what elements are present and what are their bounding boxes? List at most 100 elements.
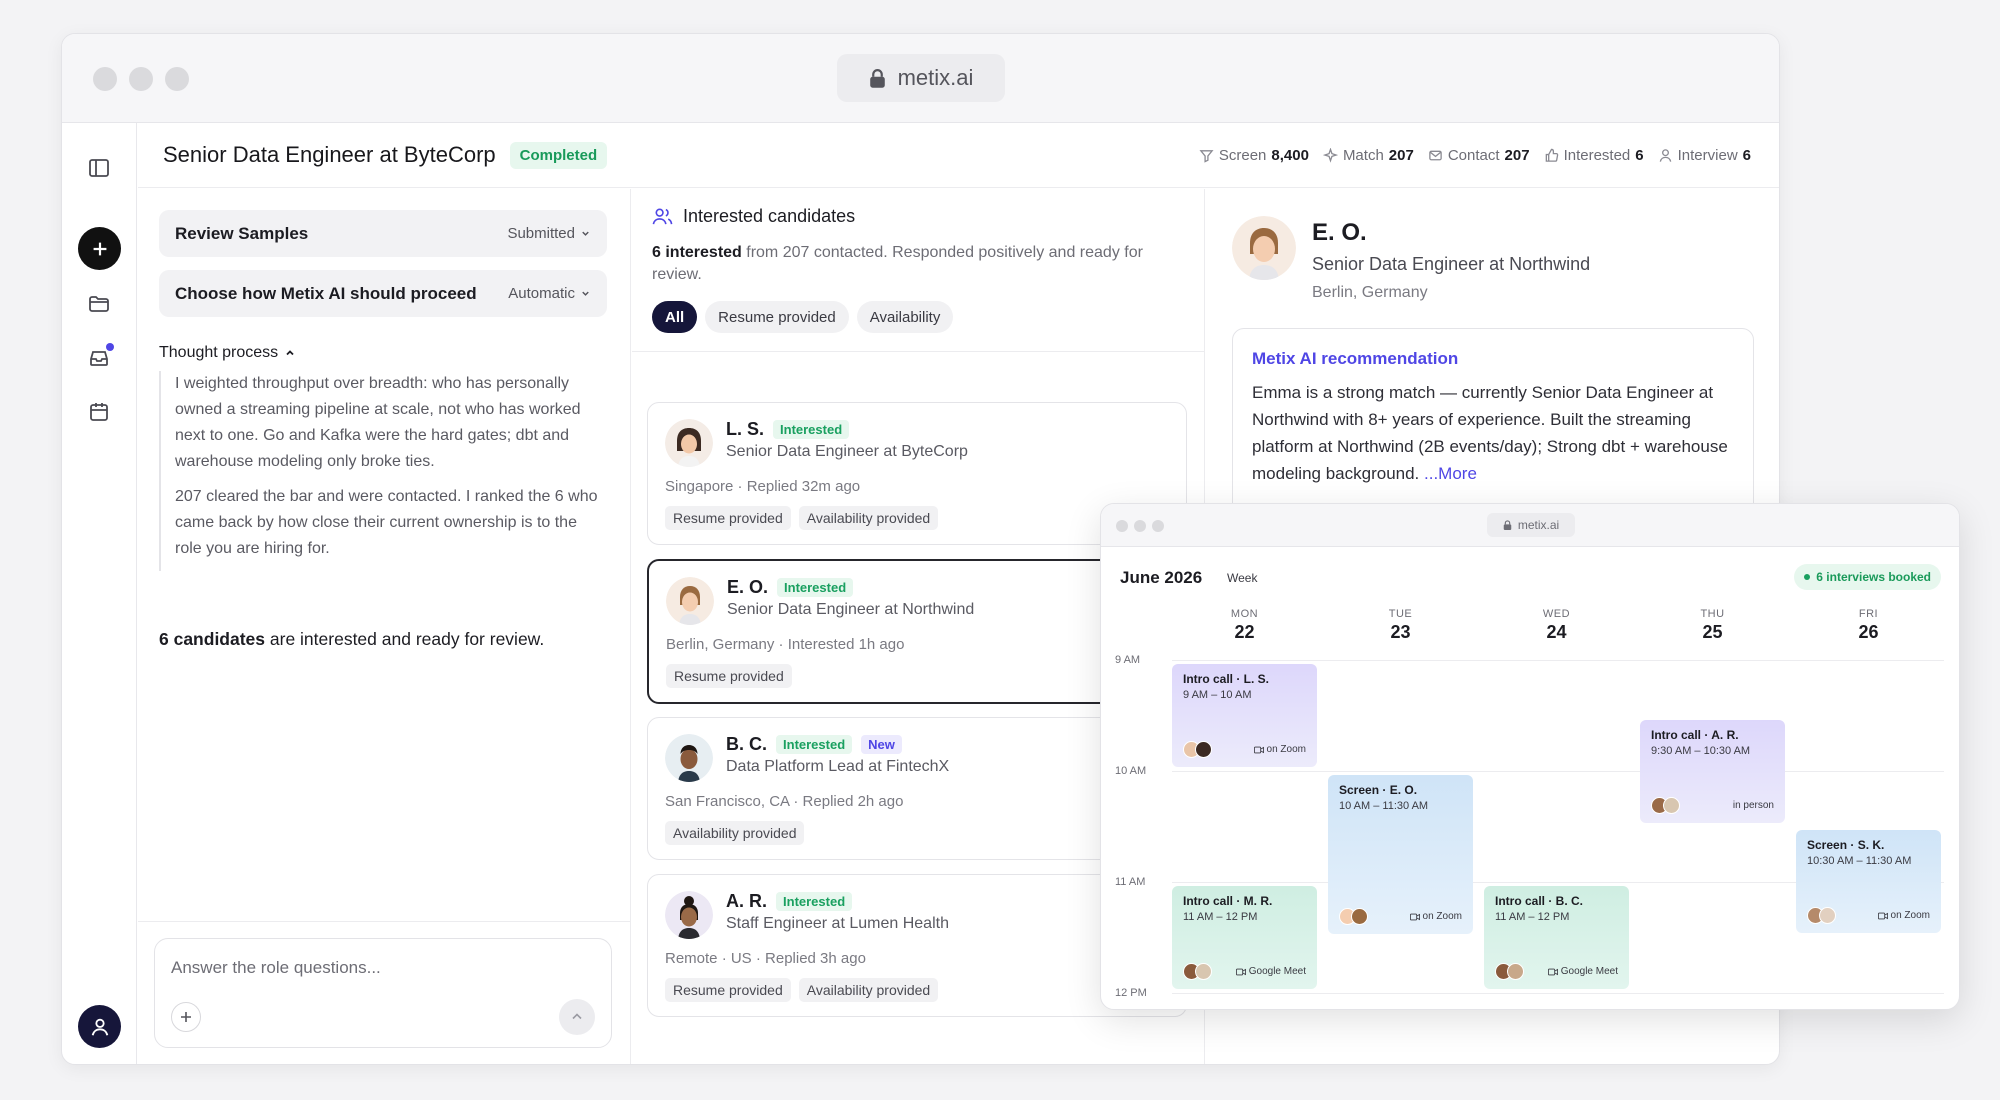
sidebar-toggle-icon[interactable] (86, 155, 112, 181)
video-icon (1253, 746, 1264, 753)
stat-interview: Interview 6 (1658, 147, 1751, 164)
stat-contact: Contact 207 (1428, 147, 1530, 164)
booked-badge: 6 interviews booked (1794, 564, 1941, 590)
calendar-event[interactable]: Intro call · L. S. 9 AM – 10 AM on Zoom (1172, 664, 1317, 767)
chip: Availability provided (798, 506, 939, 530)
day-header-fri: FRI 26 (1858, 608, 1879, 642)
sparkle-icon (1322, 148, 1338, 163)
url-text: metix.ai (897, 65, 974, 90)
page-title: Senior Data Engineer at ByteCorp (163, 142, 496, 167)
person-icon (1659, 149, 1671, 162)
send-button[interactable] (559, 999, 595, 1035)
calendar-icon[interactable] (86, 399, 112, 425)
page-header: Senior Data Engineer at ByteCorp Complet… (138, 123, 1779, 188)
workflow-panel: Review Samples Submitted Choose how Meti… (138, 189, 631, 1064)
calendar-event[interactable]: Intro call · M. R. 11 AM – 12 PM Google M… (1172, 886, 1317, 989)
chip: Resume provided (666, 664, 792, 688)
calendar-month: June 2026 (1120, 568, 1203, 587)
plus-icon (93, 242, 106, 255)
attach-button[interactable] (171, 1002, 201, 1032)
view-selector[interactable]: Week (1227, 571, 1257, 585)
candidates-subtitle: 6 interested from 207 contacted. Respond… (652, 244, 1143, 283)
filter-availability[interactable]: Availability (856, 301, 954, 333)
time-label: 10 AM (1115, 765, 1147, 777)
ai-recommendation-card: Metix AI recommendation Emma is a strong… (1232, 328, 1754, 518)
address-bar[interactable]: metix.ai (837, 54, 1005, 102)
day-header-thu: THU 25 (1700, 608, 1725, 642)
video-icon (1409, 913, 1420, 920)
notification-dot (106, 343, 114, 351)
thumbs-up-icon (1545, 148, 1558, 162)
user-icon (91, 1018, 108, 1036)
calendar-titlebar: metix.ai (1101, 504, 1959, 547)
window-controls[interactable] (93, 67, 189, 91)
profile-title: Senior Data Engineer at Northwind (1312, 254, 1591, 274)
more-link[interactable]: ...More (1424, 464, 1477, 483)
lock-icon (1503, 520, 1512, 530)
stat-match: Match 207 (1322, 147, 1414, 164)
inbox-icon[interactable] (86, 343, 114, 371)
new-button[interactable] (78, 227, 121, 270)
left-rail (62, 123, 137, 1064)
review-samples-dropdown[interactable]: Review Samples Submitted (159, 210, 607, 257)
filter-icon (1199, 150, 1214, 163)
filter-all[interactable]: All (652, 301, 698, 333)
arrow-up-icon (572, 1013, 582, 1020)
profile-location: Berlin, Germany (1312, 284, 1428, 301)
calendar-event[interactable]: Intro call · A. R. 9:30 AM – 10:30 AM in … (1640, 720, 1785, 823)
user-avatar[interactable] (78, 1005, 121, 1048)
time-label: 9 AM (1115, 654, 1141, 666)
result-summary: 6 candidates are interested and ready fo… (159, 629, 545, 649)
calendar-event[interactable]: Screen · S. K. 10:30 AM – 11:30 AM on Zoo… (1796, 830, 1941, 933)
candidate-avatar (665, 891, 713, 939)
chip: Availability provided (665, 821, 805, 845)
chip: Availability provided (798, 978, 939, 1002)
profile-name: E. O. (1312, 219, 1367, 246)
status-badge: Completed (509, 141, 608, 169)
filter-resume[interactable]: Resume provided (705, 301, 849, 333)
candidate-avatar (666, 577, 714, 625)
folder-icon[interactable] (86, 291, 112, 317)
candidate-avatar (665, 734, 713, 782)
calendar-event[interactable]: Intro call · B. C. 11 AM – 12 PM Google M… (1484, 886, 1629, 989)
funnel-stats: Screen 8,400 Match 207 Contact 207 Interest… (1199, 123, 1751, 188)
candidates-heading: Interested candidates (652, 206, 855, 227)
interested-tag: Interested (776, 735, 853, 754)
video-icon (1547, 968, 1558, 975)
candidate-avatar (665, 419, 713, 467)
calendar-event[interactable]: Screen · E. O. 10 AM – 11:30 AM on Zoom (1328, 775, 1473, 934)
mail-icon (1429, 150, 1442, 161)
video-icon (1235, 968, 1246, 975)
chevron-down-icon (582, 231, 589, 236)
thought-process-toggle[interactable]: Thought process (159, 344, 296, 362)
video-icon (1877, 912, 1888, 919)
chip: Resume provided (665, 506, 791, 530)
users-icon (652, 208, 673, 225)
time-label: 11 AM (1115, 876, 1146, 888)
stat-screen: Screen 8,400 (1199, 147, 1309, 164)
browser-titlebar: metix.ai (62, 34, 1779, 123)
interested-tag: Interested (777, 578, 854, 597)
new-tag: New (861, 735, 902, 754)
time-label: 12 PM (1115, 987, 1147, 999)
proceed-mode-dropdown[interactable]: Choose how Metix AI should proceed Autom… (159, 270, 607, 317)
interested-tag: Interested (776, 892, 853, 911)
chip: Resume provided (665, 978, 791, 1002)
plus-icon (181, 1012, 191, 1022)
thought-process-text: I weighted throughput over breadth: who … (159, 371, 608, 571)
window-controls[interactable] (1116, 520, 1164, 532)
day-header-wed: WED 24 (1542, 608, 1571, 642)
answer-input[interactable]: Answer the role questions... (154, 938, 612, 1048)
lock-icon (869, 69, 885, 88)
day-header-tue: TUE 23 (1388, 608, 1413, 642)
address-bar[interactable]: metix.ai (1487, 513, 1575, 537)
filter-tabs: All Resume provided Availability (652, 301, 954, 333)
chevron-up-icon (286, 350, 294, 356)
interested-tag: Interested (773, 420, 850, 439)
day-header-mon: MON 22 (1230, 608, 1259, 642)
chevron-down-icon (582, 291, 589, 296)
calendar-window: metix.ai June 2026 Week 6 interviews boo… (1100, 503, 1960, 1010)
stat-interested: Interested 6 (1544, 147, 1644, 164)
composer-area: Answer the role questions... (138, 921, 630, 1064)
profile-avatar (1232, 216, 1296, 280)
